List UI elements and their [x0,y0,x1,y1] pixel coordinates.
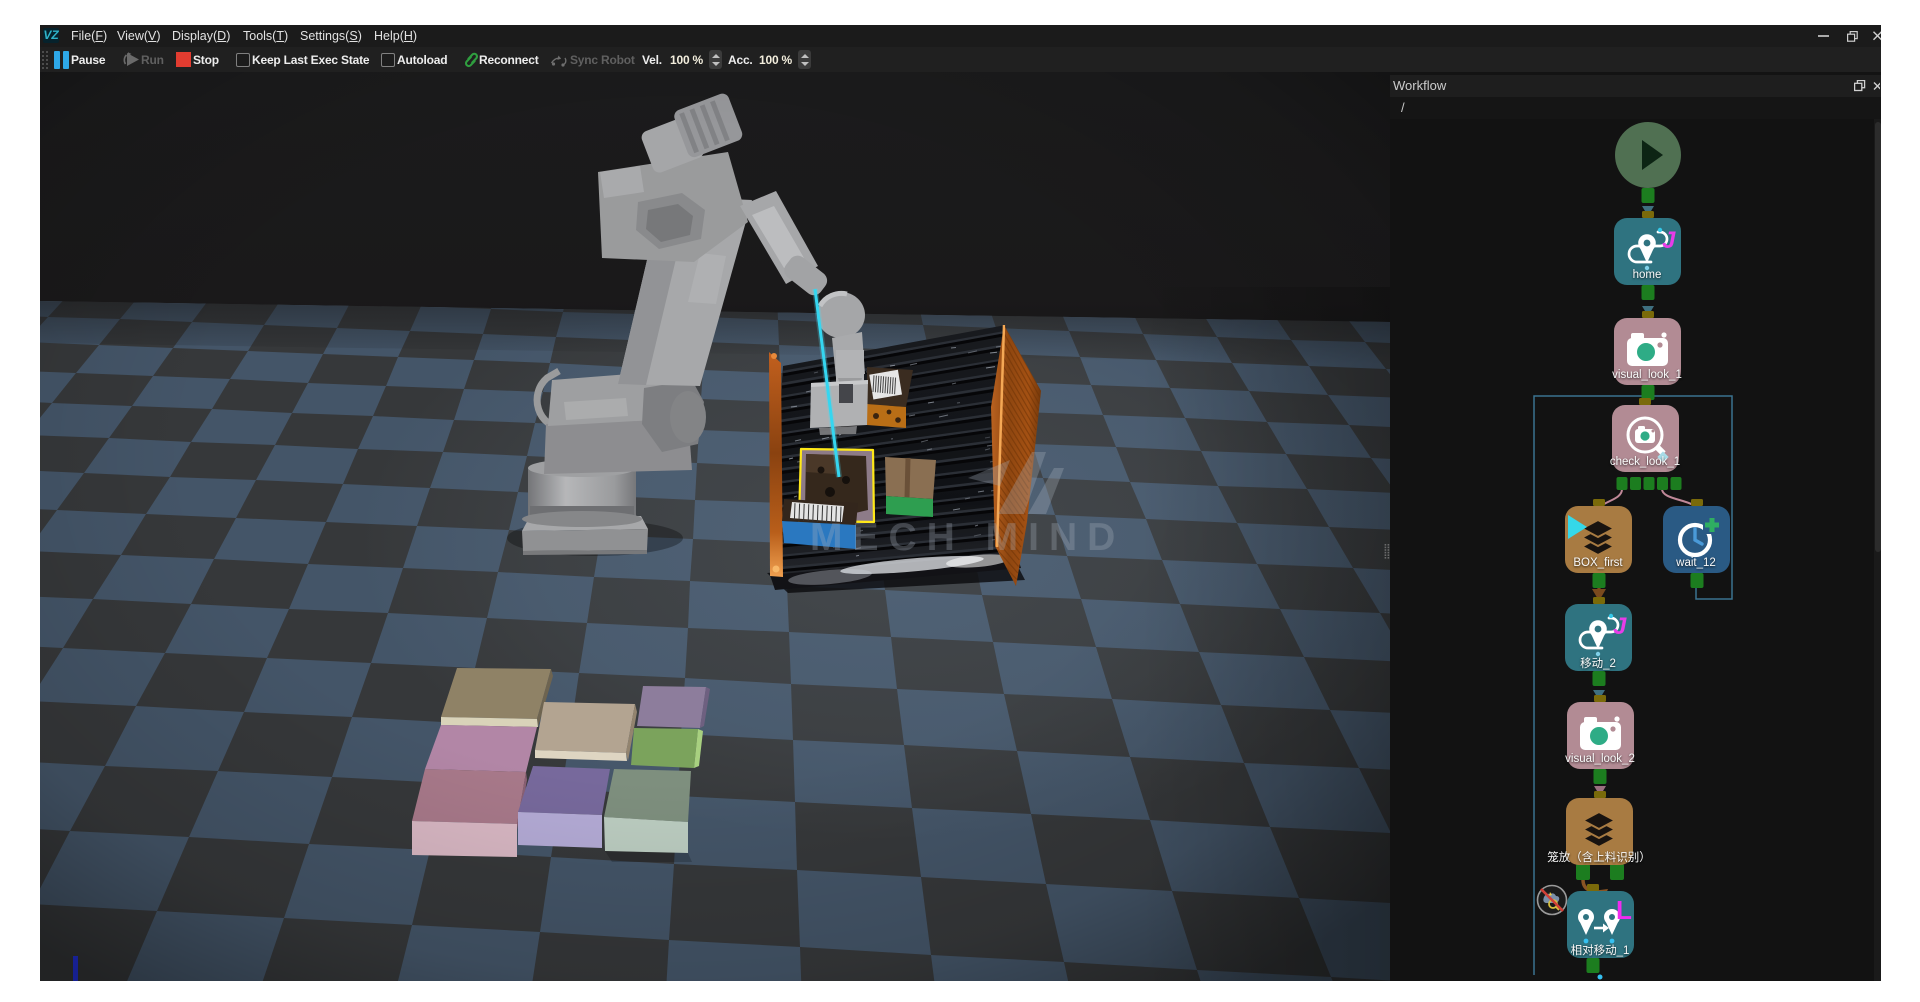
svg-text:J: J [1662,227,1676,254]
svg-text:L: L [1616,895,1632,925]
svg-text:J: J [1613,613,1627,640]
